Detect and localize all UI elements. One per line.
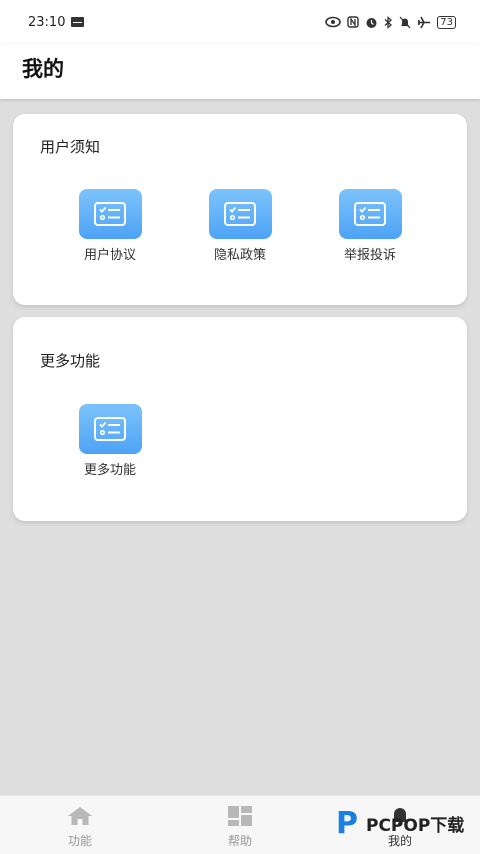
checklist-icon: [78, 404, 142, 454]
nav-label: 帮助: [227, 834, 252, 848]
nav-item-help[interactable]: 帮助: [200, 806, 280, 849]
card-title: 用户须知: [40, 138, 101, 156]
home-icon: [68, 807, 92, 825]
watermark: P PCPOP下载: [330, 803, 464, 843]
grid-icon: [228, 806, 252, 826]
nfc-icon: [347, 16, 359, 28]
eye-icon: [325, 16, 342, 28]
feature-label: 隐私政策: [213, 248, 266, 263]
checklist-icon: [78, 189, 142, 239]
report-complaint-button[interactable]: 举报投诉: [315, 189, 425, 263]
nav-item-features[interactable]: 功能: [40, 806, 120, 849]
checklist-icon: [338, 189, 402, 239]
feature-label: 更多功能: [83, 463, 136, 478]
status-time: 23:10: [28, 14, 66, 30]
page-title: 我的: [22, 57, 64, 81]
status-icons: 73: [325, 15, 456, 29]
alarm-icon: [366, 17, 377, 28]
status-bar: 23:10 73: [0, 0, 480, 44]
watermark-text: PCPOP下载: [366, 815, 465, 836]
bluetooth-icon: [384, 15, 393, 29]
nav-label: 功能: [67, 834, 92, 848]
more-features-card: 更多功能 更多功能: [13, 317, 467, 521]
user-agreement-button[interactable]: 用户协议: [55, 189, 165, 263]
feature-label: 举报投诉: [343, 248, 396, 263]
battery-indicator: 73: [437, 15, 456, 29]
user-notice-card: 用户须知 用户协议 隐私政策 举报投诉: [13, 114, 467, 305]
mute-bell-icon: [399, 16, 411, 28]
mail-icon: [71, 17, 85, 27]
airplane-icon: [418, 16, 431, 28]
checklist-icon: [208, 189, 272, 239]
app-bar: 我的: [0, 44, 480, 99]
feature-label: 用户协议: [83, 248, 136, 263]
privacy-policy-button[interactable]: 隐私政策: [185, 189, 295, 263]
more-features-button[interactable]: 更多功能: [55, 404, 165, 478]
card-title: 更多功能: [40, 352, 101, 370]
watermark-logo-icon: P: [336, 805, 358, 841]
